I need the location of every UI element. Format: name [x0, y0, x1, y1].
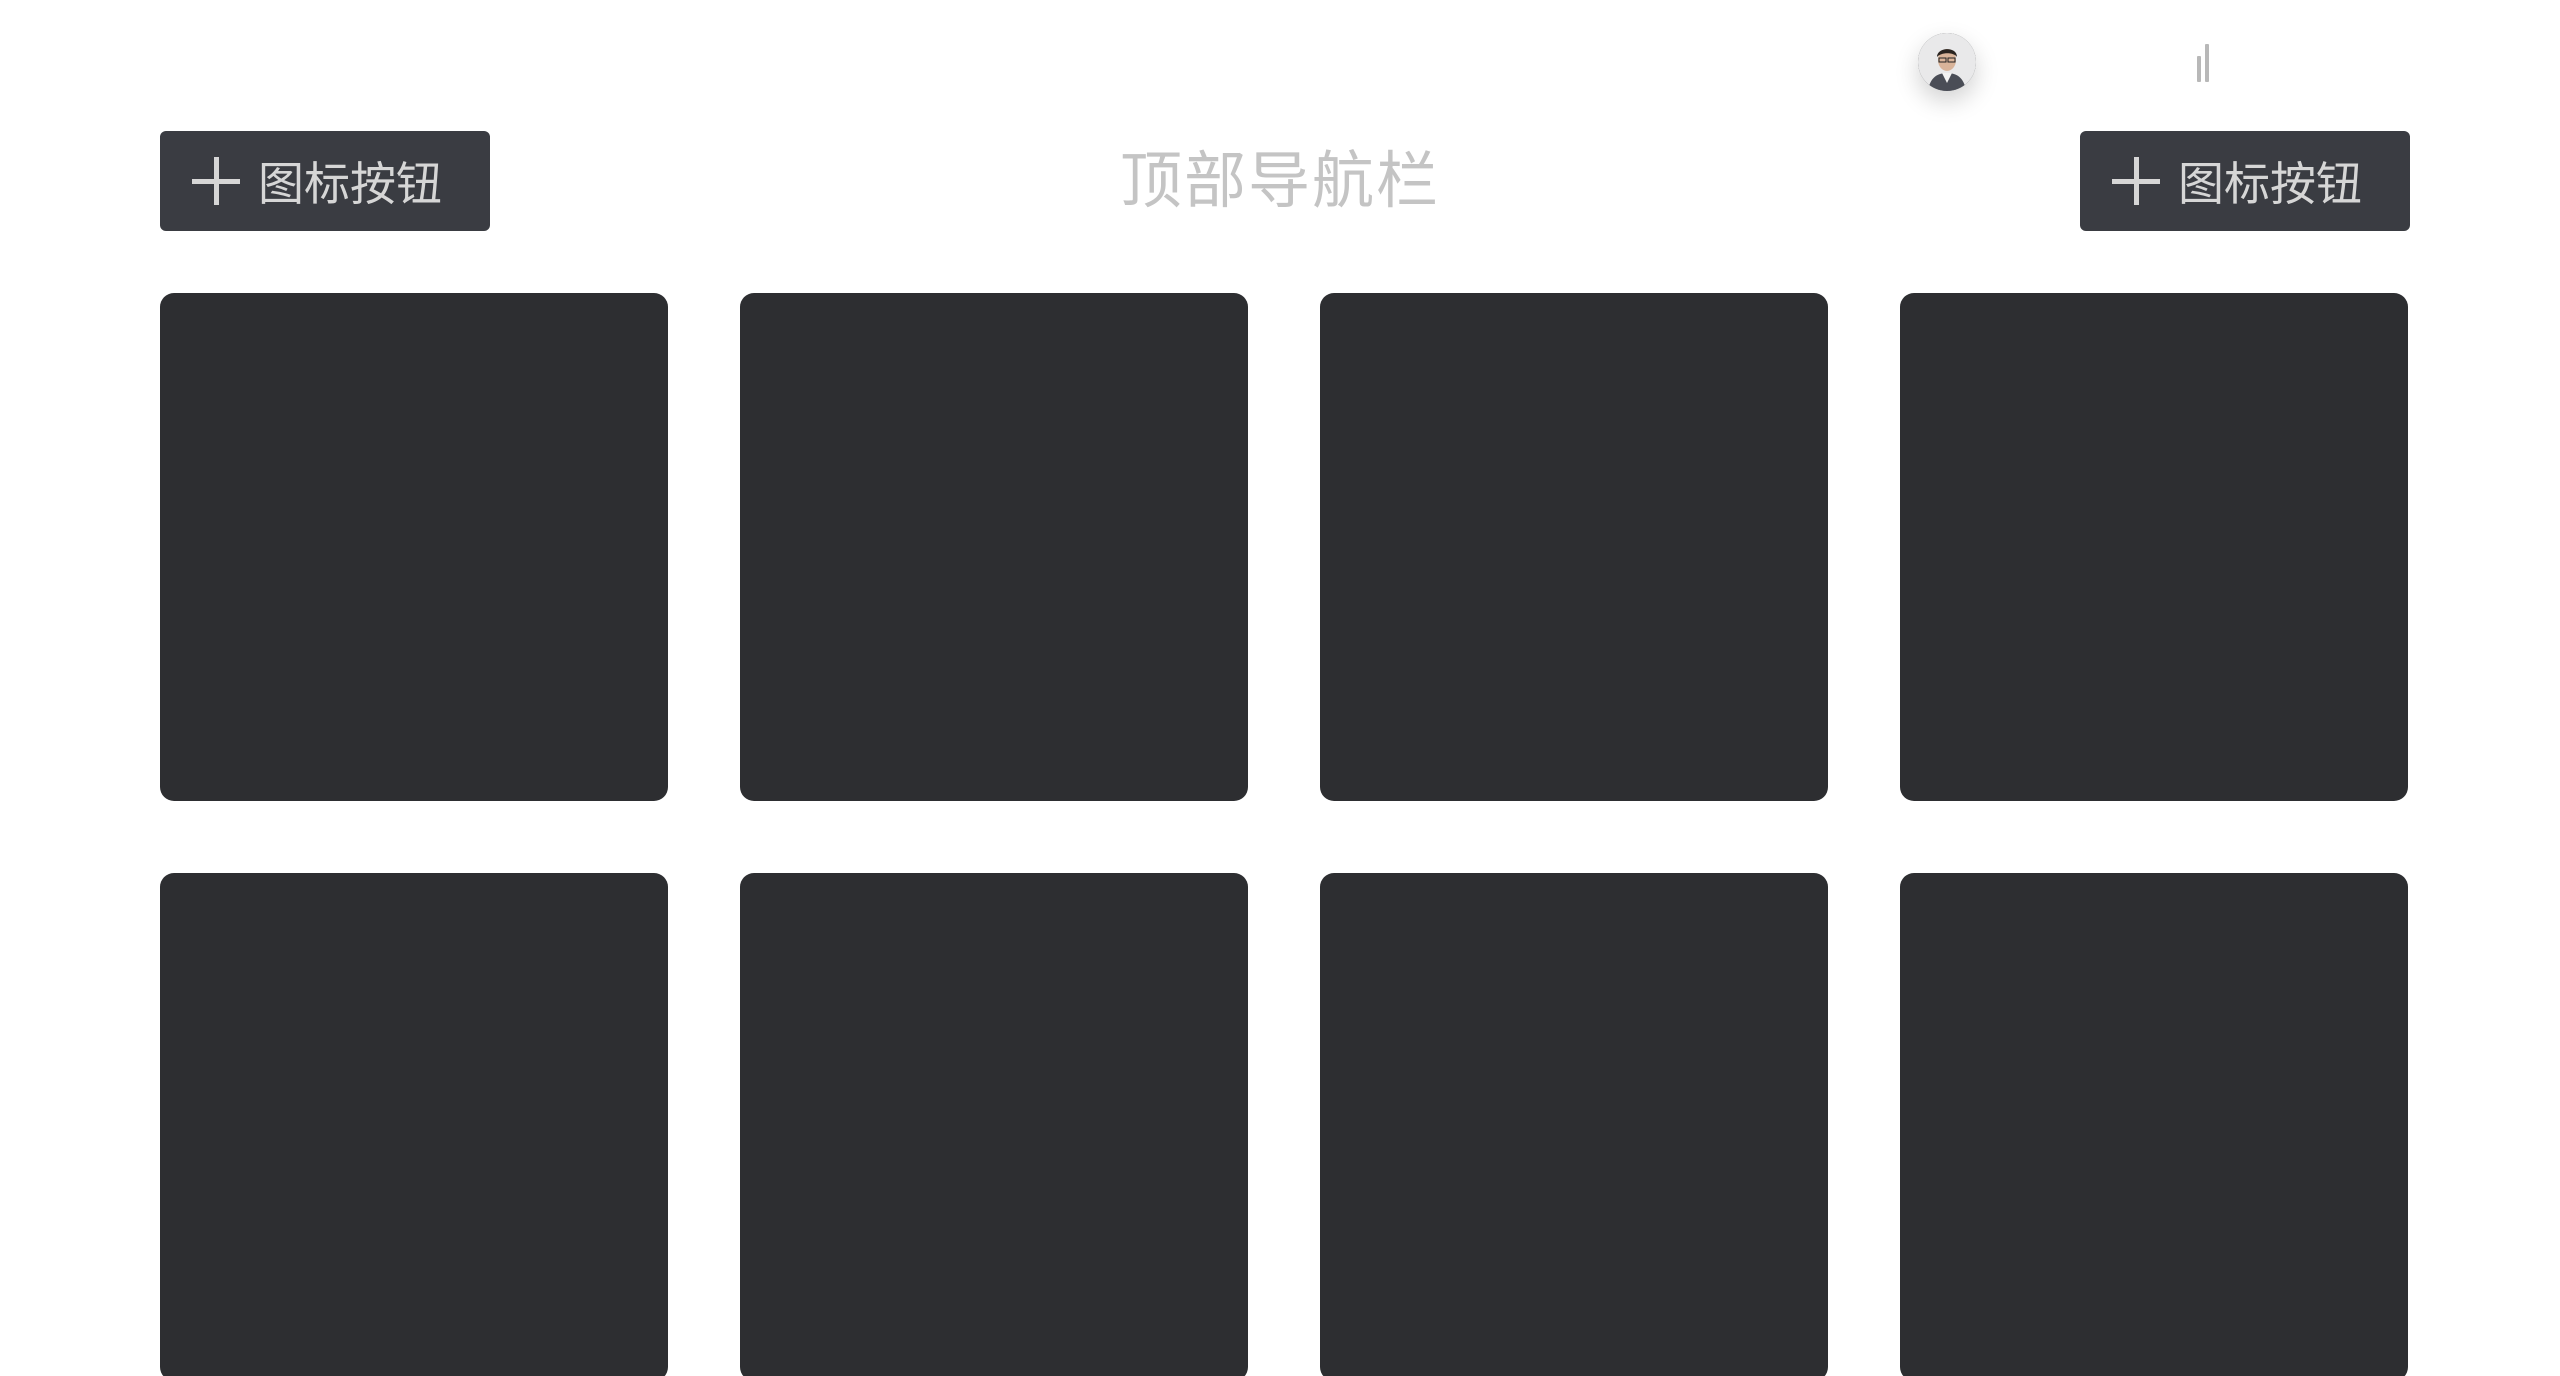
signal-bars-icon	[2195, 40, 2217, 82]
grid-tile[interactable]	[1320, 293, 1828, 801]
grid-tile[interactable]	[1320, 873, 1828, 1376]
right-icon-button-label: 图标按钮	[2178, 157, 2362, 211]
plus-icon	[2112, 157, 2160, 205]
grid-tile[interactable]	[160, 873, 668, 1376]
grid-tile[interactable]	[160, 293, 668, 801]
right-icon-button[interactable]: 图标按钮	[2080, 131, 2410, 231]
grid-tile[interactable]	[740, 293, 1248, 801]
grid-tile[interactable]	[740, 873, 1248, 1376]
grid-tile[interactable]	[1900, 873, 2408, 1376]
page: 图标按钮 顶部导航栏 图标按钮	[0, 0, 2560, 1376]
user-avatar[interactable]	[1918, 33, 1976, 91]
avatar-image	[1918, 33, 1976, 91]
tile-grid	[160, 293, 2408, 1376]
grid-tile[interactable]	[1900, 293, 2408, 801]
